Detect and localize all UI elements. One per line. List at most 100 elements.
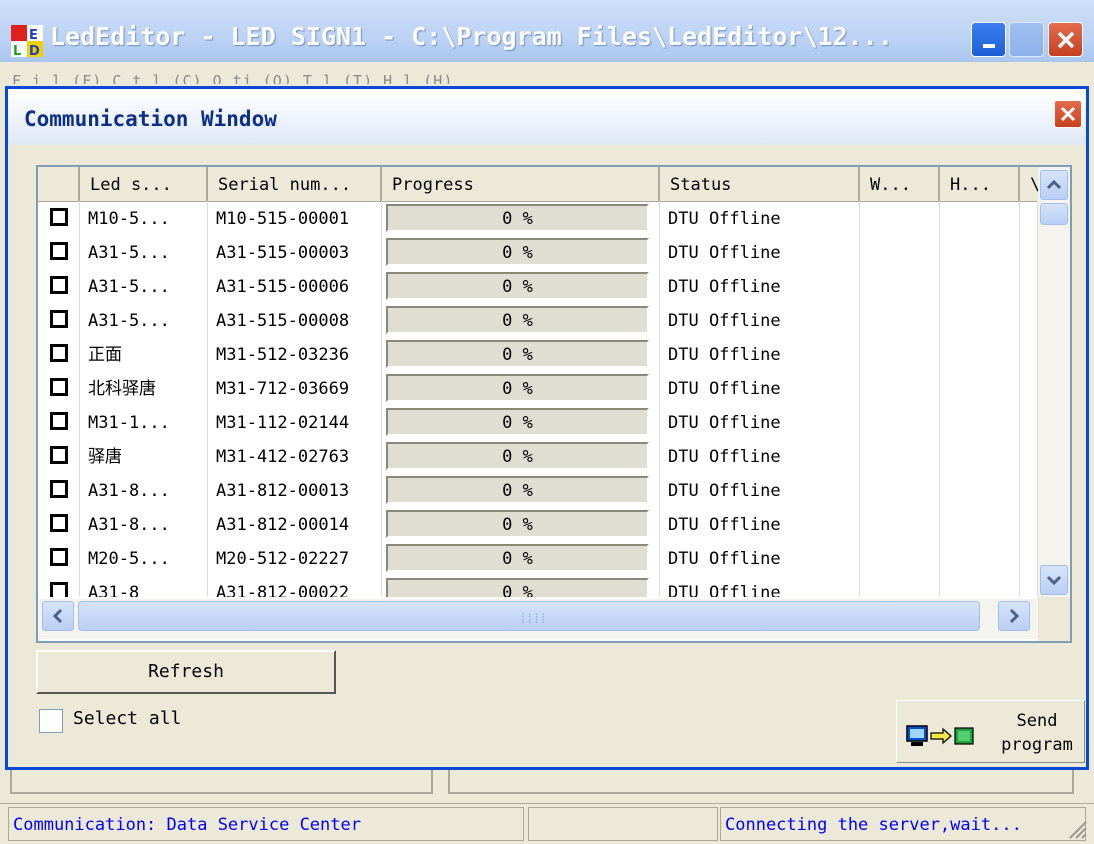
send-program-button[interactable]: Send program [896, 700, 1085, 763]
cell-truncated [1020, 371, 1038, 405]
select-all-checkbox[interactable] [39, 709, 63, 733]
row-checkbox[interactable] [50, 310, 68, 328]
table-row[interactable]: A31-8 A31-812-00022 0 % DTU Offline [38, 575, 1038, 597]
header-status[interactable]: Status [660, 167, 860, 201]
row-checkbox[interactable] [50, 344, 68, 362]
list-header: Led s... Serial num... Progress Status W… [38, 167, 1040, 202]
cell-progress: 0 % [382, 269, 660, 303]
scroll-up-button[interactable] [1040, 170, 1068, 200]
table-row[interactable]: A31-8... A31-812-00013 0 % DTU Offline [38, 473, 1038, 507]
cell-truncated [1020, 337, 1038, 371]
header-progress[interactable]: Progress [382, 167, 660, 201]
row-checkbox[interactable] [50, 208, 68, 226]
header-led-sign[interactable]: Led s... [80, 167, 208, 201]
dialog-title-bar[interactable]: Communication Window [8, 89, 1086, 145]
cell-checkbox [38, 541, 80, 575]
vertical-scroll-thumb[interactable] [1040, 203, 1068, 225]
cell-progress: 0 % [382, 337, 660, 371]
row-checkbox[interactable] [50, 242, 68, 260]
cell-led-name: A31-8... [80, 473, 208, 507]
send-label-line1: Send [1016, 711, 1058, 731]
send-to-sign-icon [906, 725, 974, 746]
status-bar: Communication: Data Service Center Conne… [0, 803, 1094, 844]
row-checkbox[interactable] [50, 276, 68, 294]
cell-height [940, 269, 1020, 303]
cell-truncated [1020, 303, 1038, 337]
device-list[interactable]: Led s... Serial num... Progress Status W… [36, 165, 1072, 643]
cell-status: DTU Offline [660, 575, 860, 597]
app-title: LedEditor - LED SIGN1 - C:\Program Files… [50, 22, 893, 51]
table-row[interactable]: 北科驿唐 M31-712-03669 0 % DTU Offline [38, 371, 1038, 405]
scroll-right-button[interactable] [998, 601, 1030, 631]
svg-text:D: D [29, 44, 40, 58]
cell-height [940, 541, 1020, 575]
row-checkbox[interactable] [50, 480, 68, 498]
select-all-label[interactable]: Select all [73, 708, 181, 729]
cell-height [940, 337, 1020, 371]
svg-text:E: E [29, 28, 38, 43]
communication-dialog: Communication Window Led s... Serial num… [5, 86, 1089, 770]
cell-serial: A31-812-00022 [208, 575, 382, 597]
status-connection: Connecting the server,wait... [720, 807, 1086, 841]
table-row[interactable]: A31-5... A31-515-00008 0 % DTU Offline [38, 303, 1038, 337]
cell-serial: M31-412-02763 [208, 439, 382, 473]
minimize-button[interactable] [971, 22, 1006, 57]
cell-width [860, 405, 940, 439]
progress-bar: 0 % [386, 544, 649, 572]
cell-led-name: 驿唐 [80, 439, 208, 473]
horizontal-scroll-thumb[interactable]: ⁞⁞⁞⁞ [78, 601, 980, 631]
refresh-button[interactable]: Refresh [36, 650, 336, 694]
table-row[interactable]: A31-8... A31-812-00014 0 % DTU Offline [38, 507, 1038, 541]
progress-bar: 0 % [386, 408, 649, 436]
cell-serial: A31-812-00014 [208, 507, 382, 541]
progress-bar: 0 % [386, 374, 649, 402]
vertical-scrollbar[interactable] [1038, 167, 1070, 597]
row-checkbox[interactable] [50, 378, 68, 396]
cell-serial: A31-515-00008 [208, 303, 382, 337]
cell-led-name: A31-8 [80, 575, 208, 597]
cell-truncated [1020, 235, 1038, 269]
cell-width [860, 303, 940, 337]
cell-width [860, 337, 940, 371]
row-checkbox[interactable] [50, 548, 68, 566]
table-row[interactable]: M10-5... M10-515-00001 0 % DTU Offline [38, 201, 1038, 235]
maximize-button[interactable] [1009, 22, 1044, 57]
resize-grip-icon[interactable] [1066, 818, 1088, 840]
app-close-button[interactable] [1048, 22, 1083, 57]
chevron-right-icon [1009, 608, 1020, 624]
table-row[interactable]: M20-5... M20-512-02227 0 % DTU Offline [38, 541, 1038, 575]
svg-text:L: L [13, 44, 21, 58]
table-row[interactable]: 驿唐 M31-412-02763 0 % DTU Offline [38, 439, 1038, 473]
cell-status: DTU Offline [660, 371, 860, 405]
cell-progress: 0 % [382, 235, 660, 269]
table-row[interactable]: M31-1... M31-112-02144 0 % DTU Offline [38, 405, 1038, 439]
cell-width [860, 439, 940, 473]
header-checkbox-column[interactable] [38, 167, 80, 201]
row-checkbox[interactable] [50, 446, 68, 464]
cell-checkbox [38, 235, 80, 269]
table-row[interactable]: A31-5... A31-515-00006 0 % DTU Offline [38, 269, 1038, 303]
cell-status: DTU Offline [660, 201, 860, 235]
scroll-grip-icon: ⁞⁞⁞⁞ [519, 612, 547, 627]
cell-checkbox [38, 337, 80, 371]
row-checkbox[interactable] [50, 582, 68, 597]
dialog-close-button[interactable] [1054, 100, 1082, 128]
table-row[interactable]: A31-5... A31-515-00003 0 % DTU Offline [38, 235, 1038, 269]
app-title-bar[interactable]: E L D LedEditor - LED SIGN1 - C:\Program… [0, 0, 1094, 62]
progress-bar: 0 % [386, 476, 649, 504]
cell-progress: 0 % [382, 201, 660, 235]
header-width[interactable]: W... [860, 167, 940, 201]
dialog-title: Communication Window [24, 107, 277, 131]
horizontal-scrollbar[interactable]: ⁞⁞⁞⁞ [38, 599, 1038, 639]
table-row[interactable]: 正面 M31-512-03236 0 % DTU Offline [38, 337, 1038, 371]
cell-height [940, 235, 1020, 269]
scroll-left-button[interactable] [42, 601, 74, 631]
row-checkbox[interactable] [50, 514, 68, 532]
row-checkbox[interactable] [50, 412, 68, 430]
cell-status: DTU Offline [660, 337, 860, 371]
main-right-panel [448, 770, 1074, 794]
header-serial-number[interactable]: Serial num... [208, 167, 382, 201]
cell-serial: M31-712-03669 [208, 371, 382, 405]
header-height[interactable]: H... [940, 167, 1020, 201]
scroll-down-button[interactable] [1040, 565, 1068, 595]
